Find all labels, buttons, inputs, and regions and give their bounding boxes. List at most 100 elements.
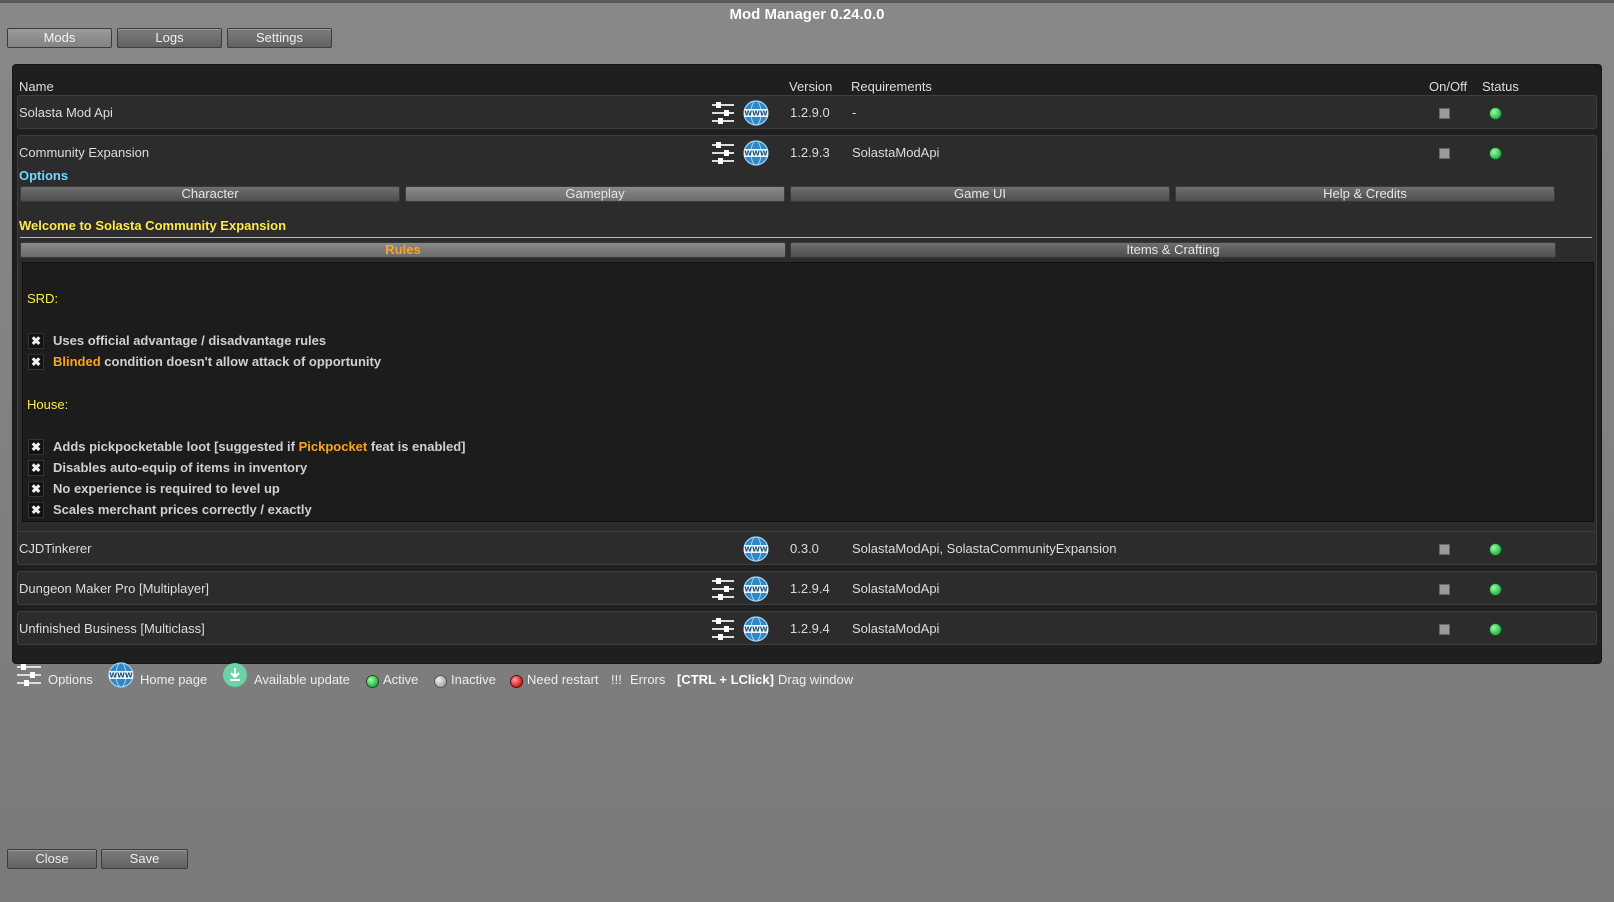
options-tab-game-ui[interactable]: Game UI — [790, 186, 1170, 202]
legend-options-label: Options — [48, 672, 93, 687]
checkbox-pickpocketable-loot[interactable]: ✖ — [28, 439, 44, 455]
options-sliders-icon[interactable] — [711, 141, 735, 165]
tab-logs[interactable]: Logs — [117, 28, 222, 48]
srd-section-label: SRD: — [27, 291, 59, 306]
tab-mods[interactable]: Mods — [7, 28, 112, 48]
mod-toggle[interactable] — [1439, 108, 1450, 119]
home-page-www-icon[interactable]: WWW — [743, 616, 769, 642]
checkbox-advantage-rules[interactable]: ✖ — [28, 333, 44, 349]
options-sliders-icon[interactable] — [711, 577, 735, 601]
errors-mark-icon: !!! — [611, 672, 622, 687]
status-active-indicator — [1489, 583, 1502, 596]
download-update-icon — [223, 663, 247, 687]
mod-version: 1.2.9.4 — [790, 621, 830, 636]
mod-name[interactable]: Community Expansion — [19, 145, 149, 160]
legend-inactive-label: Inactive — [451, 672, 496, 687]
home-page-www-icon: WWW — [108, 662, 134, 688]
checkbox-blinded-condition[interactable]: ✖ — [28, 354, 44, 370]
legend-active-label: Active — [383, 672, 419, 687]
mods-panel: Name Version Requirements On/Off Status … — [12, 64, 1602, 664]
mod-name[interactable]: Unfinished Business [Multiclass] — [19, 621, 205, 636]
mod-toggle[interactable] — [1439, 544, 1450, 555]
mod-manager-window[interactable]: Mod Manager 0.24.0.0 Mods Logs Settings … — [0, 0, 1614, 902]
column-header-status: Status — [1482, 79, 1519, 94]
home-page-www-icon[interactable]: WWW — [743, 140, 769, 166]
mod-name[interactable]: Dungeon Maker Pro [Multiplayer] — [19, 581, 209, 596]
svg-text:WWW: WWW — [109, 672, 132, 680]
top-strip — [0, 0, 1614, 3]
column-header-name: Name — [19, 79, 54, 94]
options-sliders-icon[interactable] — [711, 101, 735, 125]
option-merchant-prices: Scales merchant prices correctly / exact… — [53, 502, 312, 517]
mod-row-community-expansion[interactable]: Community Expansion WWW 1.2.9.3 SolastaM… — [17, 135, 1597, 535]
home-page-www-icon[interactable]: WWW — [743, 536, 769, 562]
mod-requirements: - — [852, 105, 857, 120]
mod-toggle[interactable] — [1439, 584, 1450, 595]
options-tab-character[interactable]: Character — [20, 186, 400, 202]
svg-text:WWW: WWW — [744, 586, 767, 594]
legend-bar: Options WWW Home page Available update A… — [14, 662, 914, 694]
options-sliders-icon — [17, 664, 41, 686]
status-active-indicator — [1489, 147, 1502, 160]
home-page-www-icon[interactable]: WWW — [743, 576, 769, 602]
svg-text:WWW: WWW — [744, 150, 767, 158]
status-active-indicator — [1489, 543, 1502, 556]
mod-toggle[interactable] — [1439, 148, 1450, 159]
mod-row-cjdtinkerer[interactable]: CJDTinkerer WWW 0.3.0 SolastaModApi, Sol… — [17, 531, 1597, 565]
mod-requirements: SolastaModApi — [852, 581, 940, 596]
close-button[interactable]: Close — [7, 849, 97, 869]
option-blinded-condition: Blinded condition doesn't allow attack o… — [53, 354, 382, 369]
column-header-version: Version — [789, 79, 833, 94]
column-header-requirements: Requirements — [851, 79, 932, 94]
mod-version: 1.2.9.4 — [790, 581, 830, 596]
checkbox-merchant-prices[interactable]: ✖ — [28, 502, 44, 518]
column-header-onoff: On/Off — [1429, 79, 1468, 94]
options-tab-gameplay[interactable]: Gameplay — [405, 186, 785, 202]
house-section-label: House: — [27, 397, 69, 412]
mod-row-dungeon-maker-pro[interactable]: Dungeon Maker Pro [Multiplayer] WWW 1.2.… — [17, 571, 1597, 605]
mod-row-unfinished-business[interactable]: Unfinished Business [Multiclass] WWW 1.2… — [17, 611, 1597, 645]
active-status-icon — [366, 675, 379, 688]
need-restart-status-icon — [510, 675, 523, 688]
option-advantage-rules: Uses official advantage / disadvantage r… — [53, 333, 327, 348]
legend-drag-window-label: Drag window — [778, 672, 854, 687]
home-page-www-icon[interactable]: WWW — [743, 100, 769, 126]
rules-content-area: SRD: ✖ Uses official advantage / disadva… — [22, 262, 1594, 522]
checkbox-auto-equip[interactable]: ✖ — [28, 460, 44, 476]
inactive-status-icon — [434, 675, 447, 688]
legend-need-restart-label: Need restart — [527, 672, 599, 687]
options-label: Options — [19, 168, 69, 183]
tab-settings[interactable]: Settings — [227, 28, 332, 48]
legend-available-update-label: Available update — [254, 672, 350, 687]
svg-text:WWW: WWW — [744, 110, 767, 118]
mod-version: 1.2.9.3 — [790, 145, 830, 160]
subtab-rules[interactable]: Rules — [20, 242, 786, 258]
checkbox-no-experience[interactable]: ✖ — [28, 481, 44, 497]
option-no-experience: No experience is required to level up — [53, 481, 280, 496]
mod-version: 1.2.9.0 — [790, 105, 830, 120]
legend-home-page-label: Home page — [140, 672, 208, 687]
welcome-divider — [20, 237, 1592, 238]
legend-errors-label: Errors — [630, 672, 666, 687]
mod-name[interactable]: CJDTinkerer — [19, 541, 91, 556]
options-sliders-icon[interactable] — [711, 617, 735, 641]
mod-version: 0.3.0 — [790, 541, 819, 556]
svg-text:WWW: WWW — [744, 626, 767, 634]
option-pickpocketable-loot: Adds pickpocketable loot [suggested if P… — [53, 439, 466, 454]
window-title: Mod Manager 0.24.0.0 — [729, 6, 885, 23]
welcome-heading: Welcome to Solasta Community Expansion — [19, 218, 287, 233]
mod-name[interactable]: Solasta Mod Api — [19, 105, 113, 120]
status-active-indicator — [1489, 623, 1502, 636]
options-tab-help-credits[interactable]: Help & Credits — [1175, 186, 1555, 202]
mod-requirements: SolastaModApi, SolastaCommunityExpansion — [852, 541, 1117, 556]
option-auto-equip: Disables auto-equip of items in inventor… — [53, 460, 308, 475]
mod-requirements: SolastaModApi — [852, 621, 940, 636]
mod-toggle[interactable] — [1439, 624, 1450, 635]
status-active-indicator — [1489, 107, 1502, 120]
subtab-items-crafting[interactable]: Items & Crafting — [790, 242, 1556, 258]
svg-text:WWW: WWW — [744, 546, 767, 554]
mod-row-solasta-mod-api[interactable]: Solasta Mod Api WWW 1.2.9.0 - — [17, 95, 1597, 129]
save-button[interactable]: Save — [101, 849, 188, 869]
legend-shortcut: [CTRL + LClick] — [677, 672, 774, 687]
mod-requirements: SolastaModApi — [852, 145, 940, 160]
